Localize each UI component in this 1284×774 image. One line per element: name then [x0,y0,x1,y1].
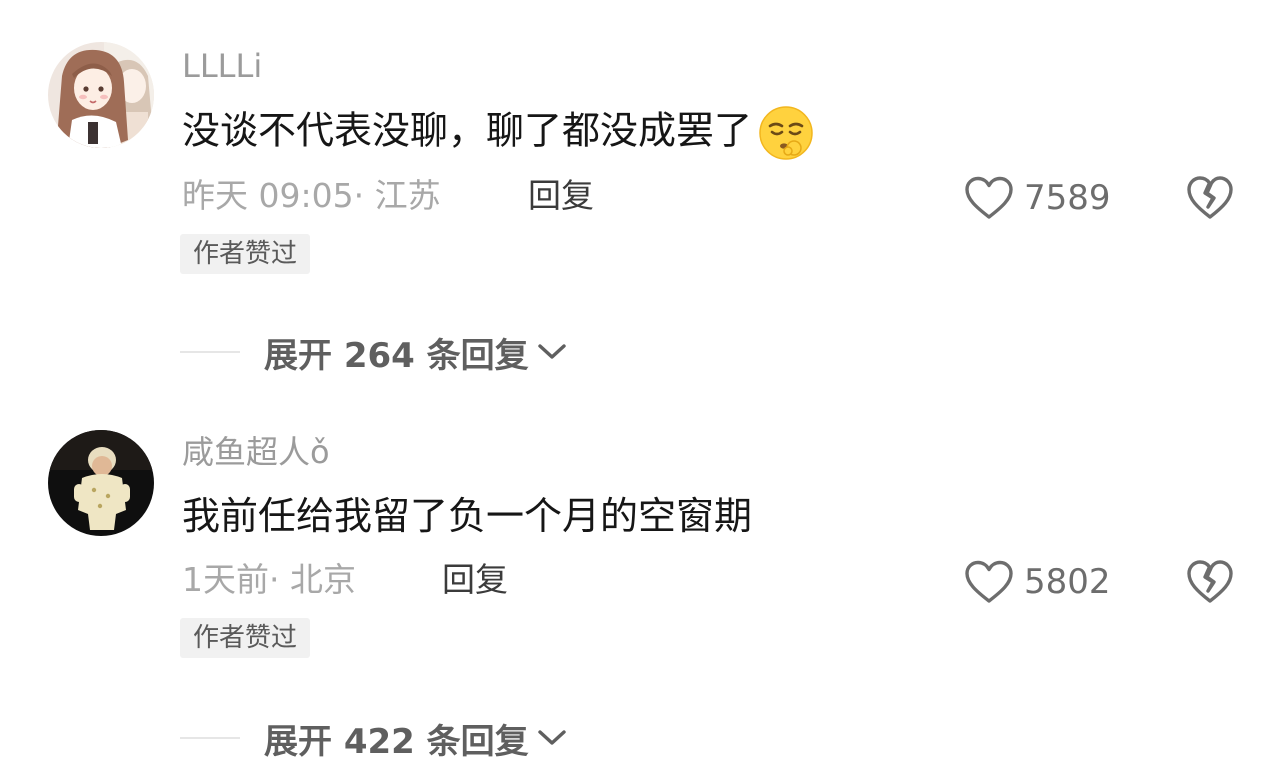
dislike-button[interactable] [1186,558,1234,606]
like-button[interactable]: 7589 [964,176,1111,220]
expand-replies-button[interactable]: 展开 422 条回复 [180,716,567,762]
like-count: 5802 [1024,562,1111,602]
expand-replies-label: 展开 264 条回复 [264,335,529,376]
comment-content: 我前任给我留了负一个月的空窗期 [182,494,753,538]
like-count: 7589 [1024,178,1111,218]
broken-heart-icon [1187,560,1233,603]
comment-item-1: LLLLi 没谈不代表没聊，聊了都没成罢了 昨天 09:05· 江苏 回复 75… [0,0,1284,380]
comment-meta: 1天前· 北京 [182,560,356,600]
heart-icon [965,176,1013,219]
avatar[interactable] [48,430,154,536]
broken-heart-icon [1187,176,1233,219]
avatar-photo [48,430,154,536]
comment-item-2: 咸鱼超人ǒ 我前任给我留了负一个月的空窗期 1天前· 北京 回复 5802 作者… [0,384,1284,774]
comment-text: 没谈不代表没聊，聊了都没成罢了 [182,105,814,161]
expand-replies-label: 展开 422 条回复 [264,721,529,762]
author-liked-badge: 作者赞过 [180,234,311,274]
heart-icon [965,560,1013,603]
reply-button[interactable]: 回复 [442,560,508,600]
comment-time: 昨天 09:05 [182,176,354,215]
comment-content: 没谈不代表没聊，聊了都没成罢了 [182,108,753,153]
username[interactable]: LLLLi [182,46,262,86]
shushing-face-icon [758,105,814,161]
avatar[interactable] [48,42,154,148]
divider-line [180,351,240,353]
comment-location: · 江苏 [353,176,441,215]
author-liked-badge: 作者赞过 [180,618,311,658]
chevron-down-icon [537,344,566,359]
comment-time: 1天前 [182,560,269,599]
divider-line [180,737,240,739]
dislike-button[interactable] [1186,174,1234,222]
like-button[interactable]: 5802 [964,560,1111,604]
avatar-illustration [48,42,154,148]
comment-location: · 北京 [269,560,356,599]
expand-replies-button[interactable]: 展开 264 条回复 [180,330,567,376]
reply-button[interactable]: 回复 [528,176,594,216]
chevron-down-icon [537,730,566,745]
username[interactable]: 咸鱼超人ǒ [182,432,330,472]
comment-meta: 昨天 09:05· 江苏 [182,176,441,216]
